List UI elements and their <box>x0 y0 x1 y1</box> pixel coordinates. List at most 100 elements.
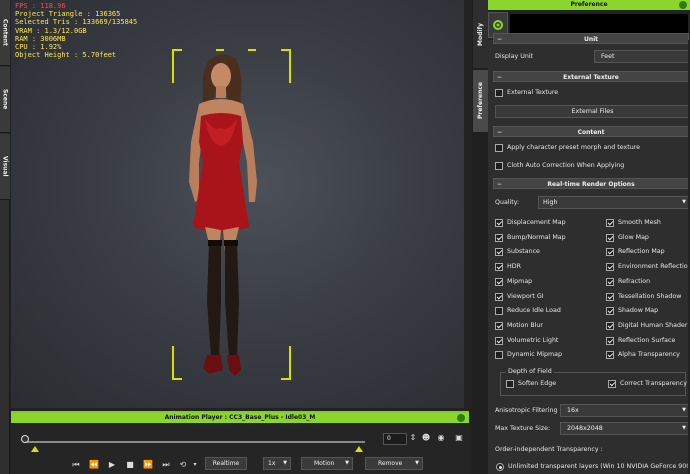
render-option-label: Displacement Map <box>507 219 566 226</box>
tab-content[interactable]: Content <box>0 0 10 66</box>
render-option-checkbox[interactable] <box>495 277 503 286</box>
display-unit-dropdown[interactable]: Feet <box>594 50 690 63</box>
render-option-label: Environment Reflection <box>618 263 690 271</box>
go-to-start-icon[interactable]: ⏮ <box>71 460 81 470</box>
3d-viewport[interactable]: FPS : 118.96 Project Triangle : 136365 S… <box>11 0 464 408</box>
render-option-label: Tessellation Shadow <box>618 292 682 300</box>
section-unit[interactable]: − Unit <box>493 33 689 44</box>
render-option-checkbox[interactable] <box>495 307 503 316</box>
realtime-button[interactable]: Realtime <box>205 457 247 470</box>
max-texture-size-dropdown[interactable]: 2048x2048 ▼ <box>560 422 690 435</box>
render-option-checkbox[interactable] <box>606 336 614 345</box>
right-tab-bar: Modify Preference <box>472 0 488 474</box>
cloth-correction-checkbox[interactable] <box>495 162 503 170</box>
quality-dropdown[interactable]: High ▼ <box>538 196 690 209</box>
loop-dropdown-icon[interactable]: ▾ <box>191 460 199 470</box>
animation-player: Animation Player : CC3_Base_Plus - Idle0… <box>11 411 469 474</box>
play-icon[interactable]: ▶ <box>107 460 117 470</box>
step-back-icon[interactable]: ⏪ <box>89 460 99 470</box>
frame-input[interactable]: 0 <box>383 433 407 445</box>
correct-transparency-checkbox[interactable] <box>608 380 616 388</box>
render-option-checkbox[interactable] <box>495 292 503 301</box>
render-option-checkbox[interactable] <box>495 321 503 330</box>
collapse-icon[interactable]: − <box>497 72 502 83</box>
chevron-down-icon: ▼ <box>345 460 349 466</box>
render-option-checkbox[interactable] <box>495 351 503 360</box>
timeline-track[interactable] <box>25 441 365 443</box>
close-icon[interactable] <box>457 414 465 422</box>
section-external-texture[interactable]: − External Texture <box>493 71 689 82</box>
section-realtime-render[interactable]: − Real-time Render Options <box>493 178 689 189</box>
go-to-end-icon[interactable]: ⏭ <box>161 460 171 470</box>
render-option-label: HDR <box>507 263 521 271</box>
external-texture-checkbox[interactable] <box>495 89 503 97</box>
render-option-checkbox[interactable] <box>606 321 614 330</box>
preview-area <box>510 14 688 34</box>
render-option-checkbox[interactable] <box>606 351 614 360</box>
render-option-checkbox[interactable] <box>495 219 503 227</box>
external-files-label: External Files <box>571 108 614 115</box>
chevron-down-icon: ▼ <box>682 425 686 431</box>
right-panel: Modify Preference Preference − Unit Displ… <box>472 0 690 474</box>
render-option-label: Digital Human Shader <box>618 321 688 329</box>
character-model[interactable] <box>171 52 281 387</box>
step-forward-icon[interactable]: ⏩ <box>143 460 153 470</box>
external-files-button[interactable]: External Files <box>495 105 690 118</box>
render-option-checkbox[interactable] <box>606 307 614 316</box>
display-icon[interactable]: ▣ <box>453 433 465 443</box>
vram-readout: VRAM : 1.3/12.0GB <box>15 26 87 35</box>
render-option-label: Reflection Surface <box>618 336 676 344</box>
preference-panel: Preference − Unit Display Unit Feet − Exte… <box>488 0 690 474</box>
motion-button[interactable]: Motion ▼ <box>301 457 353 470</box>
render-option-checkbox[interactable] <box>495 248 503 257</box>
selected-tris-readout: Selected Tris : 133669/135845 <box>15 18 138 27</box>
collapse-icon[interactable]: − <box>497 179 502 190</box>
render-option-label: Shadow Map <box>618 307 659 315</box>
range-end-marker[interactable] <box>355 446 363 452</box>
render-option-checkbox[interactable] <box>495 233 503 242</box>
render-option-checkbox[interactable] <box>495 336 503 345</box>
preference-title-bar: Preference <box>488 0 690 10</box>
correct-transparency-label: Correct Transparency <box>620 380 687 387</box>
stop-icon[interactable]: ■ <box>125 460 135 470</box>
render-option-label: Bump/Normal Map <box>507 233 566 241</box>
render-option-label: Mipmap <box>507 277 533 285</box>
tab-visual[interactable]: Visual <box>0 134 10 200</box>
collapse-icon[interactable]: − <box>497 34 502 45</box>
oit-radio[interactable] <box>496 463 504 471</box>
render-option-label: Dynamic Mipmap <box>507 351 562 359</box>
anisotropic-filtering-dropdown[interactable]: 16x ▼ <box>560 404 690 417</box>
render-option-label: Glow Map <box>618 233 649 241</box>
render-option-checkbox[interactable] <box>606 292 614 301</box>
depth-of-field-label: Depth of Field <box>506 368 554 375</box>
apply-preset-checkbox[interactable] <box>495 144 503 152</box>
camera-icon[interactable]: ◉ <box>435 433 447 443</box>
person-icon[interactable]: ☻ <box>421 433 431 443</box>
display-unit-value: Feet <box>601 53 615 60</box>
render-option-label: Reduce Idle Load <box>507 307 561 315</box>
render-option-checkbox[interactable] <box>606 277 614 286</box>
remove-label: Remove <box>378 460 403 467</box>
soften-edge-checkbox[interactable] <box>506 380 514 388</box>
render-option-checkbox[interactable] <box>606 248 614 257</box>
collapse-icon[interactable]: − <box>497 127 502 138</box>
speed-dropdown[interactable]: 1x ▼ <box>263 457 291 470</box>
chevron-down-icon: ▼ <box>682 407 686 413</box>
frame-stepper-icon[interactable]: ⇕ <box>409 433 417 443</box>
close-icon[interactable] <box>679 1 687 9</box>
render-option-checkbox[interactable] <box>495 263 503 272</box>
render-option-checkbox[interactable] <box>606 219 614 227</box>
section-realtime-render-title: Real-time Render Options <box>547 181 635 188</box>
display-unit-label: Display Unit <box>495 53 534 60</box>
tab-scene[interactable]: Scene <box>0 67 10 133</box>
section-content[interactable]: − Content <box>493 126 689 137</box>
chevron-down-icon: ▼ <box>682 199 686 205</box>
loop-icon[interactable]: ⟲ <box>177 460 189 470</box>
tab-preference[interactable]: Preference <box>473 70 488 132</box>
timeline-scrubber[interactable] <box>21 435 29 443</box>
render-option-checkbox[interactable] <box>606 233 614 242</box>
tab-modify[interactable]: Modify <box>473 0 488 68</box>
remove-button[interactable]: Remove ▼ <box>365 457 423 470</box>
render-option-checkbox[interactable] <box>606 263 614 272</box>
range-start-marker[interactable] <box>31 446 39 452</box>
